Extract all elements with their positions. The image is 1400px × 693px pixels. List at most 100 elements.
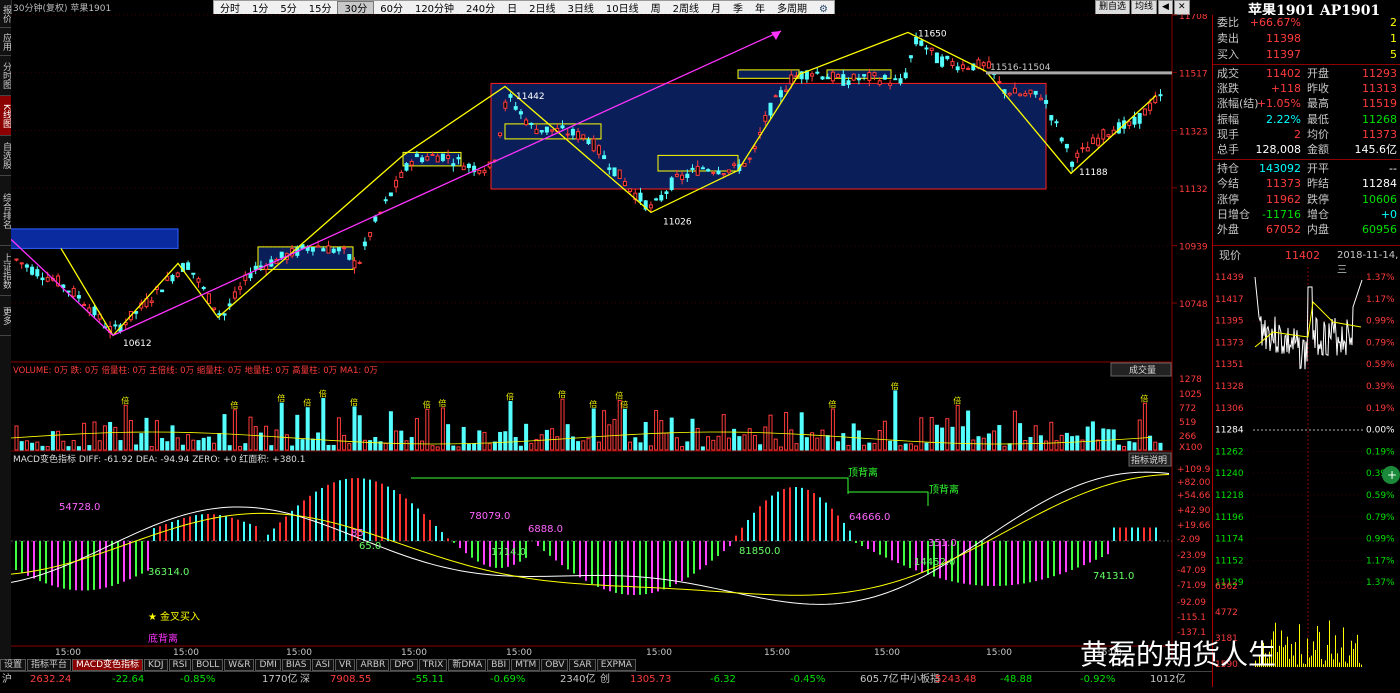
volume-bar [1137,419,1142,451]
macd-hist-bar [1119,527,1121,541]
volume-bar [40,445,45,451]
toolbar-right-button-3[interactable]: ✕ [1173,0,1190,15]
quote-value-11: 11962 [1266,192,1301,206]
candle [960,64,965,70]
volume-bar [940,427,945,451]
indicator-tab-5[interactable]: BOLL [192,659,224,671]
kline-chart[interactable]: 11708 11517 11323 11132 10939 10748 10612 11442… [11,14,1212,660]
macd-value-l: 351.0 [928,538,957,549]
plus-button[interactable]: + [1382,466,1400,484]
macd-hist-bar [135,541,137,577]
indicator-tab-8[interactable]: BIAS [281,659,311,671]
macd-hist-bar [993,541,995,586]
volume-bar [524,423,529,451]
indicator-tab-4[interactable]: RSI [168,659,192,671]
indicator-tab-14[interactable]: 新DMA [448,659,487,671]
macd-hist-bar [417,508,419,541]
volume-bar [789,429,794,451]
macd-hist-bar [609,541,611,592]
left-tab-0[interactable]: 报价 [0,0,11,28]
quote-value2-12: +0 [1380,207,1397,221]
mini-vol-bar [1335,635,1336,667]
macd-hist-bar [237,519,239,541]
left-tab-4[interactable]: 自选股 [0,136,11,176]
indicator-tab-11[interactable]: ARBR [356,659,390,671]
toolbar-right-button-1[interactable]: 均线 [1131,0,1158,15]
candle [570,128,575,136]
candle [903,72,908,79]
quote-label-5: 涨幅(结) [1217,97,1259,111]
volume-bar [794,443,799,451]
indicator-tab-16[interactable]: MTM [511,659,541,671]
macd-hist-bar [825,502,827,541]
mini-vol-bar [1317,626,1318,667]
quote-value2-11: 10606 [1362,192,1397,206]
mini-vol-bar [1333,659,1334,667]
intraday-minichart[interactable]: 11439 1.37% 11417 1.17% 11395 0.99% 11373 0.79%… [1213,267,1400,677]
volume-bar [1023,440,1028,451]
consolidation-box-blue [11,228,179,249]
quote-row-4: 涨跌 +118 昨收 11313 [1213,81,1400,96]
candle [773,95,778,98]
left-tab-5[interactable]: 综合排名 [0,176,11,246]
volume-bar [227,445,232,451]
indicator-tab-0[interactable]: 设置 [0,659,27,671]
candle [690,167,695,170]
candle [1044,99,1049,104]
mini-vol-bar [1345,661,1346,667]
indicator-tab-3[interactable]: KDJ [144,659,168,671]
macd-hist-bar [369,479,371,541]
indicator-tab-10[interactable]: VR [335,659,356,671]
ticker-item-8: -0.69% [490,674,526,685]
left-tab-6[interactable]: 上证指数 [0,246,11,296]
macd-hist-bar [93,541,95,590]
macd-hist-bar [615,541,617,593]
quote-value2-5: 11519 [1362,97,1397,111]
volume-bar [248,416,253,451]
volume-bar [1054,440,1059,451]
volume-bar [1116,444,1121,451]
left-tab-7[interactable]: 更多 [0,296,11,336]
macd-axis-label-2: +54.66 [1177,491,1211,501]
volume-bar [612,418,617,451]
quote-row-7: 现手 2 均价 11373 [1213,127,1400,142]
macd-hist-bar [747,519,749,541]
indicator-tab-7[interactable]: DMI [255,659,281,671]
macd-hist-bar [651,541,653,593]
macd-hist-bar [567,541,569,570]
volume-bar [633,437,638,451]
macd-value-j: 14452.0 [914,557,955,568]
indicator-tab-15[interactable]: BBI [487,659,511,671]
mini-vol-bar [1339,662,1340,667]
volume-bar [180,444,185,451]
macd-help-button[interactable]: 指标说明 [1128,452,1172,467]
mini-vol-bar [1325,660,1326,667]
volume-bar [820,429,825,451]
volume-bei-label: 倍 [506,391,514,401]
indicator-tab-2[interactable]: MACD变色指标 [72,659,144,671]
toolbar-right-button-2[interactable]: ◀ [1158,0,1173,15]
volume-button[interactable]: 成交量 [1110,362,1172,377]
macd-hist-bar [1065,541,1067,573]
volume-bar [664,432,669,451]
macd-hist-bar [675,541,677,585]
left-tab-3[interactable]: K线图 [0,96,11,136]
indicator-tab-12[interactable]: DPO [390,659,418,671]
left-tab-2[interactable]: 分时图 [0,56,11,96]
mini-vol-bar [1323,664,1324,667]
toolbar-right-button-0[interactable]: 删自选 [1095,0,1131,15]
macd-hist-bar [195,515,197,541]
indicator-tab-9[interactable]: ASI [311,659,335,671]
indicator-tab-19[interactable]: EXPMA [596,659,636,671]
indicator-tab-13[interactable]: TRIX [418,659,448,671]
ticker-item-2: -22.64 [112,674,145,685]
indicator-tab-6[interactable]: W&R [224,659,255,671]
indicator-tab-18[interactable]: SAR [569,659,596,671]
indicator-tab-17[interactable]: OBV [541,659,569,671]
ticker-item-7: -55.11 [412,674,445,685]
left-tab-1[interactable]: 应用 [0,28,11,56]
volume-bar [430,445,435,451]
candle [175,272,180,277]
volume-bar [898,445,903,451]
indicator-tab-1[interactable]: 指标平台 [27,659,72,671]
